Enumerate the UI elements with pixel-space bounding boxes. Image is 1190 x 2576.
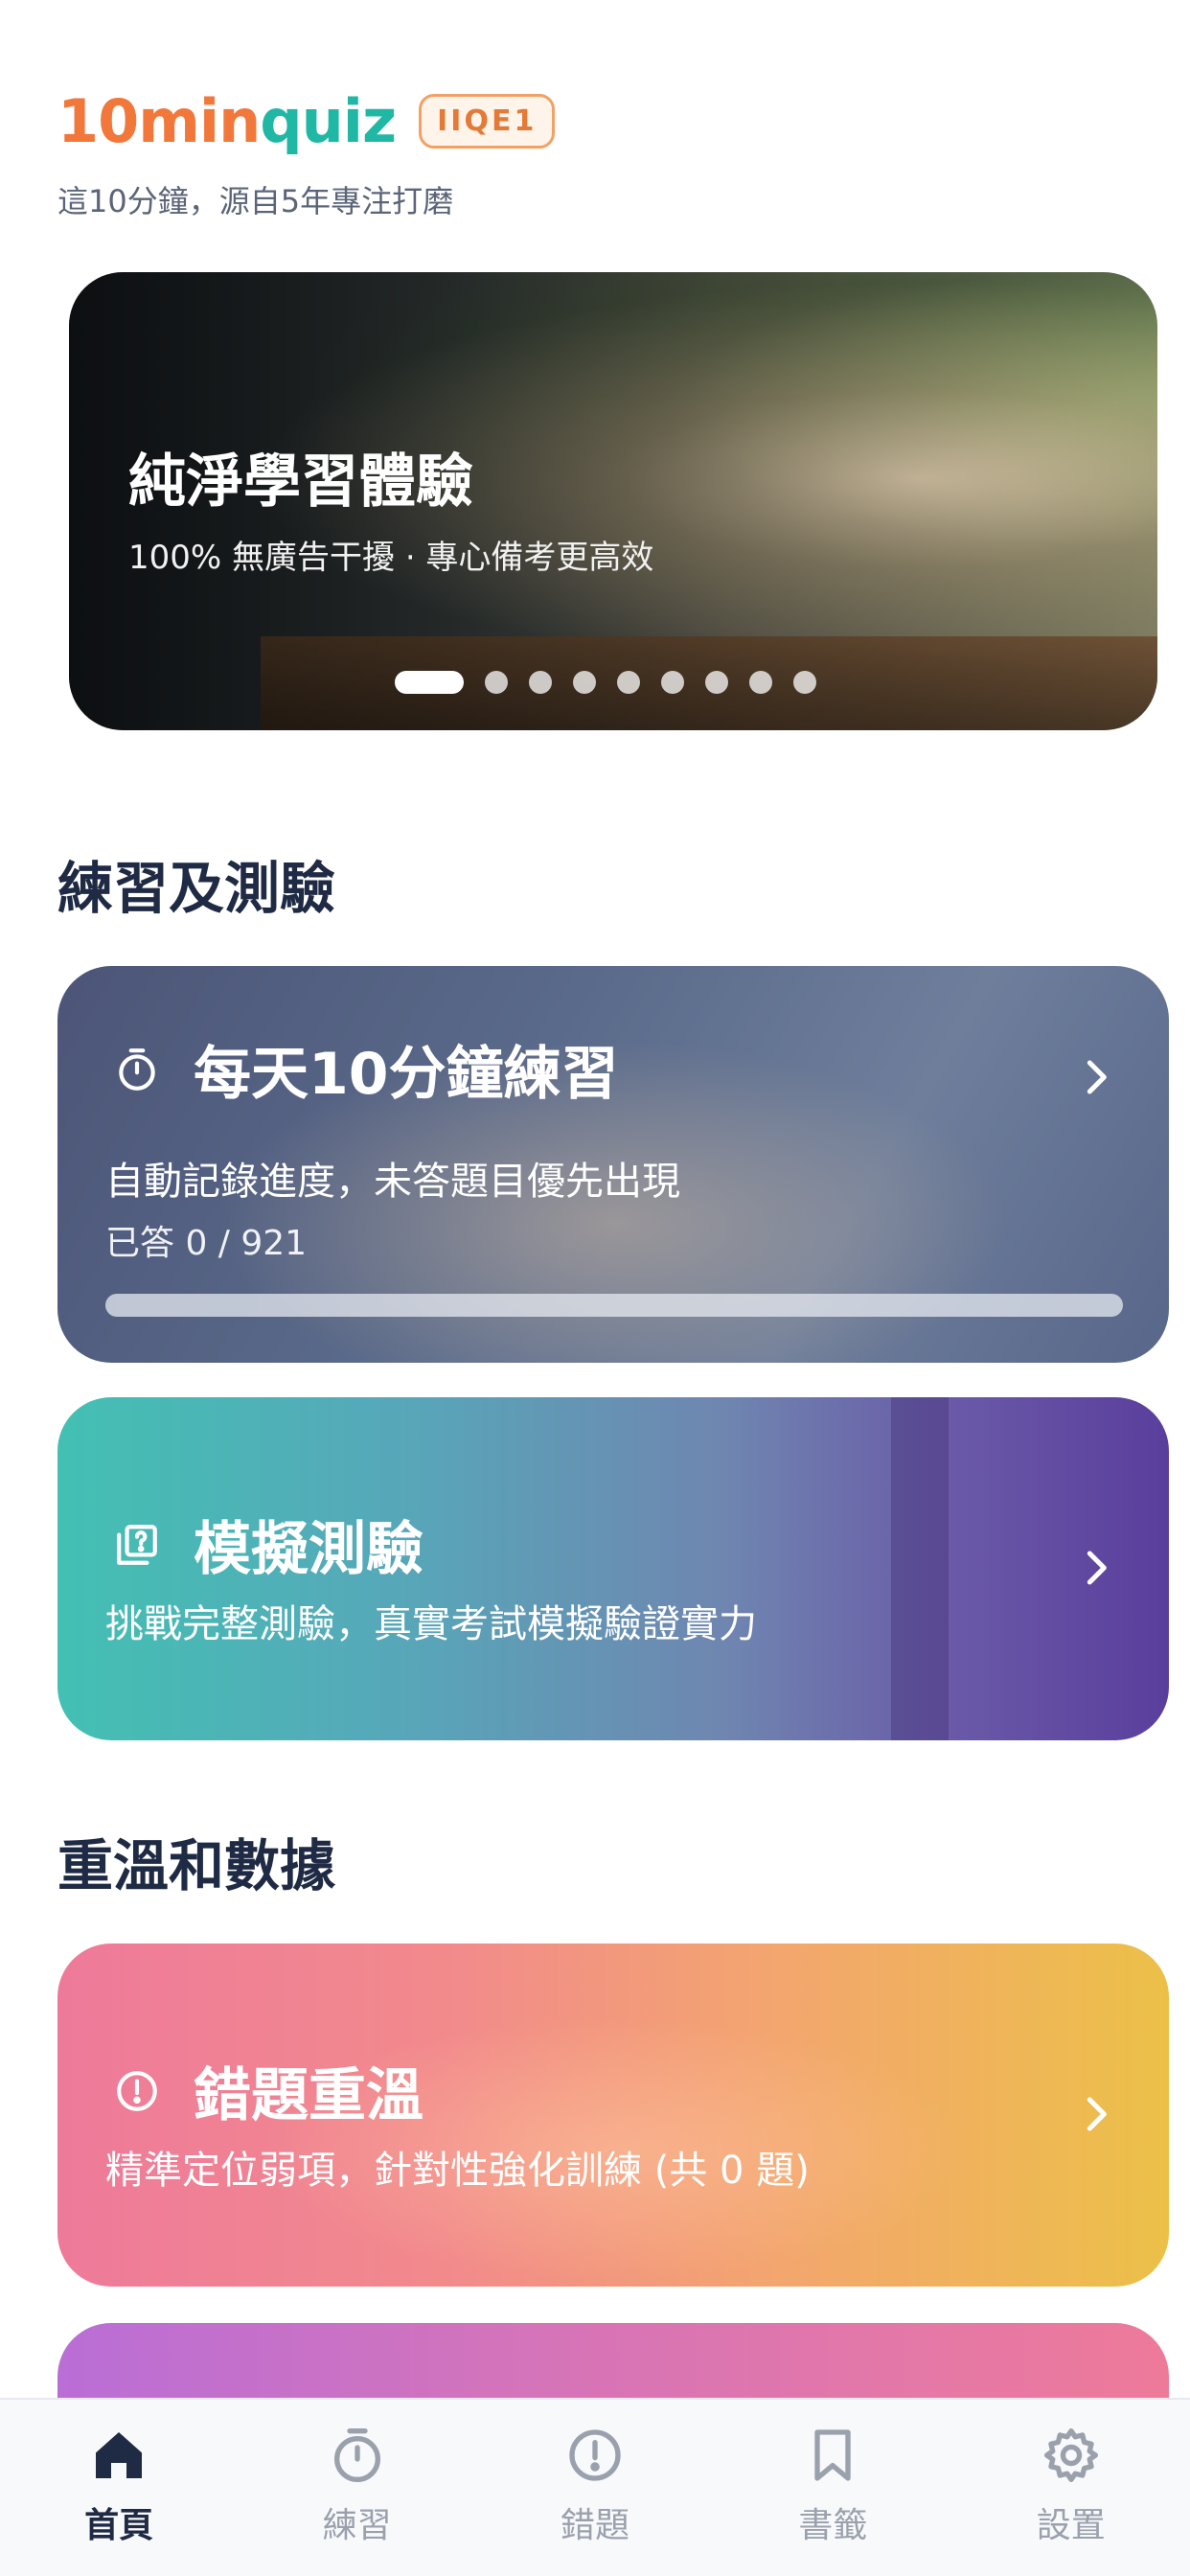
carousel-dot-8[interactable]: [749, 671, 772, 694]
alert-icon: [569, 2429, 621, 2481]
logo-part-1: 10min: [57, 86, 261, 156]
brand-row: 10minquiz IIQE1: [57, 86, 556, 156]
progress-label: 已答 0 / 921: [105, 1224, 308, 1263]
card-description: 自動記錄進度，未答題目優先出現: [105, 1160, 680, 1204]
hero-title: 純淨學習體驗: [128, 448, 473, 516]
app-logo: 10minquiz: [57, 86, 397, 156]
nav-label: 練習: [322, 2506, 392, 2545]
card-background-pillar: [891, 1397, 949, 1740]
bookmark-icon: [814, 2429, 852, 2481]
carousel-indicator: [395, 671, 816, 694]
nav-item-bookmarks[interactable]: 書籤: [746, 2425, 919, 2547]
card-description: 精準定位弱項，針對性強化訓練 (共 0 題): [105, 2149, 810, 2193]
card-description: 挑戰完整測驗，真實考試模擬驗證實力: [105, 1602, 757, 1646]
card-title-row: 模擬測驗: [113, 1503, 423, 1586]
nav-label: 錯題: [560, 2506, 629, 2545]
carousel-dot-9[interactable]: [793, 671, 816, 694]
timer-icon: [333, 2428, 380, 2482]
chevron-right-icon: [1087, 2097, 1107, 2131]
carousel-dot-3[interactable]: [529, 671, 552, 694]
timer-icon: [119, 1047, 155, 1091]
nav-label: 書籤: [798, 2506, 868, 2545]
wrong-review-card[interactable]: 錯題重溫 精準定位弱項，針對性強化訓練 (共 0 題): [57, 1944, 1169, 2287]
nav-label: 首頁: [84, 2506, 154, 2545]
mock-test-card[interactable]: 模擬測驗 挑戰完整測驗，真實考試模擬驗證實力: [57, 1397, 1169, 1740]
carousel-dot-2[interactable]: [485, 671, 508, 694]
nav-item-wrong[interactable]: 錯題: [509, 2425, 681, 2547]
exam-badge: IIQE1: [419, 94, 556, 149]
hero-carousel[interactable]: 純淨學習體驗 100% 無廣告干擾 · 專心備考更高效: [69, 272, 1157, 730]
progress-bar: [105, 1294, 1123, 1317]
section-title-review: 重溫和數據: [57, 1833, 336, 1898]
home-icon: [96, 2432, 143, 2478]
logo-part-2: quiz: [260, 86, 397, 156]
nav-item-settings[interactable]: 設置: [985, 2425, 1157, 2547]
bottom-nav: 首頁 練習 錯題 書籤 設置: [0, 2398, 1190, 2576]
chevron-right-icon: [1087, 1060, 1107, 1094]
hero-subtitle: 100% 無廣告干擾 · 專心備考更高效: [128, 539, 654, 577]
gear-icon: [1043, 2428, 1098, 2482]
nav-item-home[interactable]: 首頁: [33, 2425, 205, 2547]
carousel-dot-7[interactable]: [705, 671, 728, 694]
card-title-row: 每天10分鐘練習: [113, 1027, 619, 1111]
carousel-dot-6[interactable]: [661, 671, 684, 694]
carousel-dot-5[interactable]: [617, 671, 640, 694]
card-title-row: 錯題重溫: [113, 2049, 423, 2132]
card-title: 模擬測驗: [194, 1516, 423, 1583]
carousel-dot-1[interactable]: [395, 671, 464, 694]
section-title-practice: 練習及測驗: [57, 856, 336, 921]
chevron-right-icon: [1087, 1551, 1107, 1585]
tagline: 這10分鐘，源自5年專注打磨: [57, 183, 454, 219]
header: 10minquiz IIQE1 這10分鐘，源自5年專注打磨: [57, 86, 556, 221]
carousel-dot-4[interactable]: [573, 671, 596, 694]
alert-icon: [117, 2070, 157, 2111]
card-title: 每天10分鐘練習: [194, 1041, 619, 1108]
nav-label: 設置: [1036, 2506, 1106, 2545]
daily-practice-card[interactable]: 每天10分鐘練習 自動記錄進度，未答題目優先出現 已答 0 / 921: [57, 966, 1169, 1363]
nav-item-practice[interactable]: 練習: [271, 2425, 444, 2547]
card-title: 錯題重溫: [194, 2062, 423, 2129]
quiz-icon: [117, 1524, 157, 1565]
